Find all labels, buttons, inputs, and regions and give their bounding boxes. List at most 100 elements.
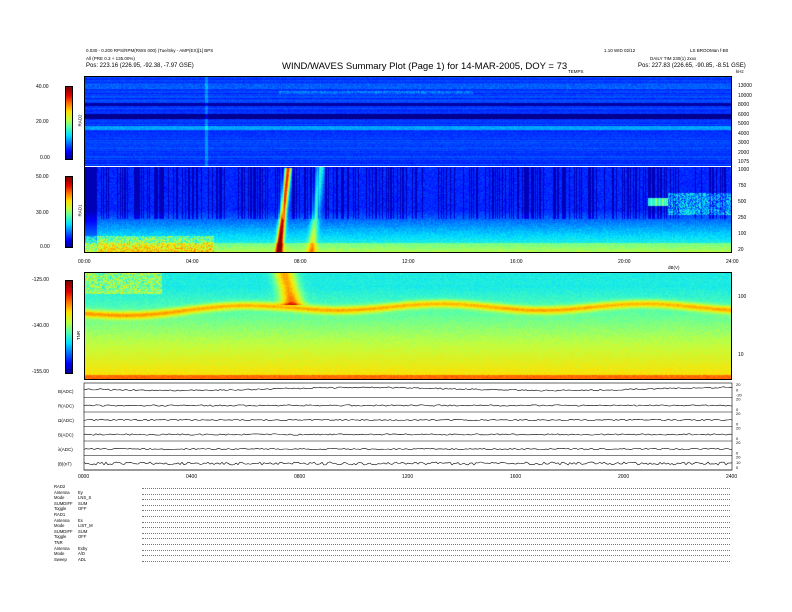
time-tick: 1600 xyxy=(510,474,522,480)
parameter-value: OFF xyxy=(78,534,87,540)
parameter-value: A/D xyxy=(78,551,85,557)
line-plot-tick: 20 xyxy=(736,411,741,416)
frequency-tick: 1075 xyxy=(738,159,750,165)
parameter-dotted-line xyxy=(142,521,730,523)
parameter-row: Toggle OFF xyxy=(54,506,86,511)
line-plot-trace xyxy=(83,433,733,436)
parameter-name: Sweep xyxy=(54,556,67,562)
radio-panel-frame xyxy=(84,76,732,253)
line-plot-trace xyxy=(83,418,733,421)
rad1-label: RAD1 xyxy=(77,204,83,217)
parameter-value: LIST_M xyxy=(78,523,93,529)
parameter-name: Mode xyxy=(54,551,65,557)
parameter-dotted-line xyxy=(142,504,730,506)
parameter-dotted-line xyxy=(142,549,730,551)
rad1-colorbar xyxy=(65,176,73,248)
frequency-tick: 100 xyxy=(738,231,747,237)
frequency-tick: 20 xyxy=(738,247,744,253)
parameter-value: SUM xyxy=(78,528,88,534)
time-tick: 0400 xyxy=(186,474,198,480)
frequency-tick: 3000 xyxy=(738,140,750,146)
rad2-colorbar xyxy=(65,86,73,160)
parameter-name: Toggle xyxy=(54,534,67,540)
header-info-right2: DAILY TIM 230(1) 2xxx xyxy=(650,56,697,61)
parameter-dotted-line xyxy=(142,499,730,501)
line-plot-tick: 20 xyxy=(736,455,741,460)
tnr-freq-tick: 10 xyxy=(738,352,744,358)
line-plot-trace xyxy=(83,447,733,450)
frequency-tick: 5000 xyxy=(738,121,750,127)
line-plot-tick: 20 xyxy=(736,382,741,387)
parameter-value: ADL xyxy=(78,556,87,562)
time-tick: 00:00 xyxy=(78,259,91,265)
line-plot-trace xyxy=(83,404,733,407)
parameter-dotted-line xyxy=(142,544,730,545)
parameter-dotted-line xyxy=(142,555,730,557)
parameter-dotted-line xyxy=(142,527,730,529)
parameter-value: Ey xyxy=(78,489,83,495)
rad1-cbar-tick: 0.00 xyxy=(40,244,50,250)
line-plot-label: Ω(ADC) xyxy=(58,418,74,423)
parameter-value: LNS_S xyxy=(78,495,92,501)
frequency-tick: 10000 xyxy=(738,92,752,99)
parameter-value: OFF xyxy=(78,506,87,512)
line-plot-tick: 20 xyxy=(736,397,741,402)
time-tick: 20:00 xyxy=(618,259,631,265)
header-center-small: TEMPS xyxy=(568,69,584,74)
parameter-name: TNR xyxy=(54,540,63,545)
parameter-row: Sweep ADL xyxy=(54,557,86,562)
parameter-name: SUMDIFF xyxy=(54,500,73,506)
parameter-row: TNR xyxy=(54,540,78,545)
tnr-freq-tick: 100 xyxy=(738,294,747,300)
parameter-name: Toggle xyxy=(54,506,67,512)
db-label: dB(V) xyxy=(668,265,680,270)
parameter-row: RAD1 xyxy=(54,512,78,517)
parameter-name: Mode xyxy=(54,523,65,529)
frequency-tick: 2000 xyxy=(738,149,750,156)
parameter-dotted-line xyxy=(142,516,730,517)
parameter-dotted-line xyxy=(142,560,730,562)
parameter-name: Mode xyxy=(54,495,65,501)
tnr-cbar-tick: -125.00 xyxy=(32,277,49,283)
parameter-name: RAD2 xyxy=(54,484,66,489)
rad1-cbar-tick: 30.00 xyxy=(36,210,49,216)
parameter-value: Ex xyxy=(78,517,83,523)
time-tick: 2000 xyxy=(618,474,630,480)
time-tick: 2400 xyxy=(726,474,738,480)
parameter-name: Antenna xyxy=(54,489,70,495)
time-tick: 04:00 xyxy=(186,259,199,265)
time-tick: 0000 xyxy=(78,474,90,480)
time-tick: 24:00 xyxy=(726,259,739,265)
rad1-cbar-tick: 50.00 xyxy=(36,174,49,180)
frequency-tick: 1000 xyxy=(738,167,750,173)
parameter-row: Antenna Exby xyxy=(54,546,87,551)
line-plot-label: R(ADC) xyxy=(58,403,74,408)
parameter-name: Antenna xyxy=(54,517,70,523)
rad2-label: RAD2 xyxy=(77,114,83,127)
line-plot-tick: 10 xyxy=(736,460,741,465)
parameter-row: Mode LNS_S xyxy=(54,495,91,500)
parameter-row: Mode A/D xyxy=(54,551,85,556)
parameter-dotted-line xyxy=(142,532,730,534)
header-info-line2: All (PRE 0.3 + 135.00%) xyxy=(86,56,135,61)
frequency-tick: 6000 xyxy=(738,111,750,118)
time-tick: 1200 xyxy=(402,474,414,480)
frequency-tick: 750 xyxy=(738,183,747,189)
tnr-label: TNR xyxy=(76,330,82,341)
parameter-row: Mode LIST_M xyxy=(54,523,93,528)
parameter-dotted-line xyxy=(142,538,730,540)
line-plot-tick: 0 xyxy=(736,465,739,470)
parameter-row: Antenna Ey xyxy=(54,490,83,495)
line-plot-label: |B|(nT) xyxy=(58,461,72,466)
rad2-cbar-tick: 40.00 xyxy=(36,84,49,90)
header-info-right1: 1.10 WID 02/12 xyxy=(604,48,636,53)
header-position-left: Pos: 223.16 (226.95, -92.38, -7.97 GSE) xyxy=(86,63,194,69)
line-plot-label: λ(ADC) xyxy=(58,447,73,452)
line-plots: B(ADC)200-20R(ADC)200Ω(ADC)200B(ADC)200λ… xyxy=(58,382,743,471)
parameter-row: SUMDIFF SUM xyxy=(54,529,87,534)
rad2-cbar-tick: 20.00 xyxy=(36,119,49,125)
frequency-tick: 4000 xyxy=(738,130,750,137)
parameter-row: Toggle OFF xyxy=(54,534,86,539)
line-plot-tick: 20 xyxy=(736,440,741,445)
frequency-tick: 500 xyxy=(738,199,747,205)
